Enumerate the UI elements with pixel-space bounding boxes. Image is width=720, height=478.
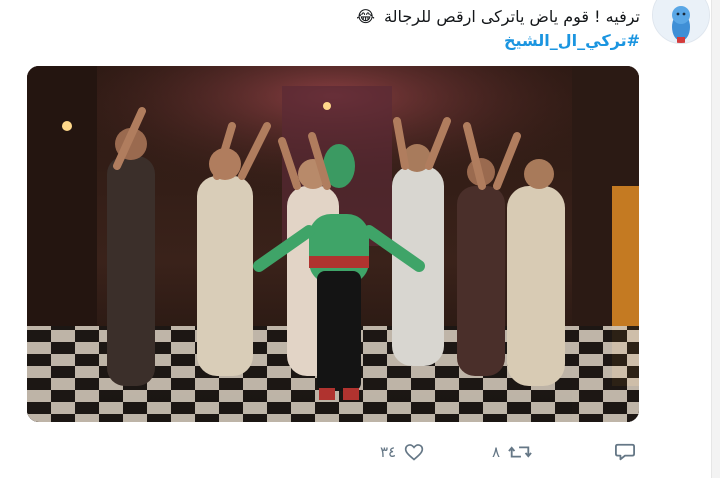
tweet-card: ترفيه ! قوم ياض ياتركى ارقص للرجالة 😂 #ت…: [0, 0, 720, 478]
like-count: ٣٤: [380, 443, 397, 461]
genie-avatar-icon: [653, 0, 709, 43]
retweet-icon: [508, 446, 532, 458]
like-button[interactable]: ٣٤: [380, 436, 424, 468]
tweet-body: ترفيه ! قوم ياض ياتركى ارقص للرجالة: [384, 7, 640, 26]
reply-icon: [615, 443, 635, 461]
tweet-media-image[interactable]: [27, 66, 639, 422]
hashtag-link[interactable]: #تركي_ال_الشيخ: [504, 30, 640, 52]
tweet-actions: ٣٤ ٨: [380, 436, 640, 468]
retweet-button[interactable]: ٨: [492, 436, 532, 468]
heart-icon: [404, 444, 424, 461]
tweet-text: ترفيه ! قوم ياض ياتركى ارقص للرجالة 😂: [356, 6, 640, 28]
reply-button[interactable]: [614, 436, 636, 468]
scrollbar[interactable]: [711, 0, 720, 478]
retweet-count: ٨: [492, 443, 501, 461]
avatar[interactable]: [652, 0, 710, 44]
dance-scene-image: [27, 66, 639, 422]
laughing-emoji-icon: 😂: [356, 7, 375, 26]
